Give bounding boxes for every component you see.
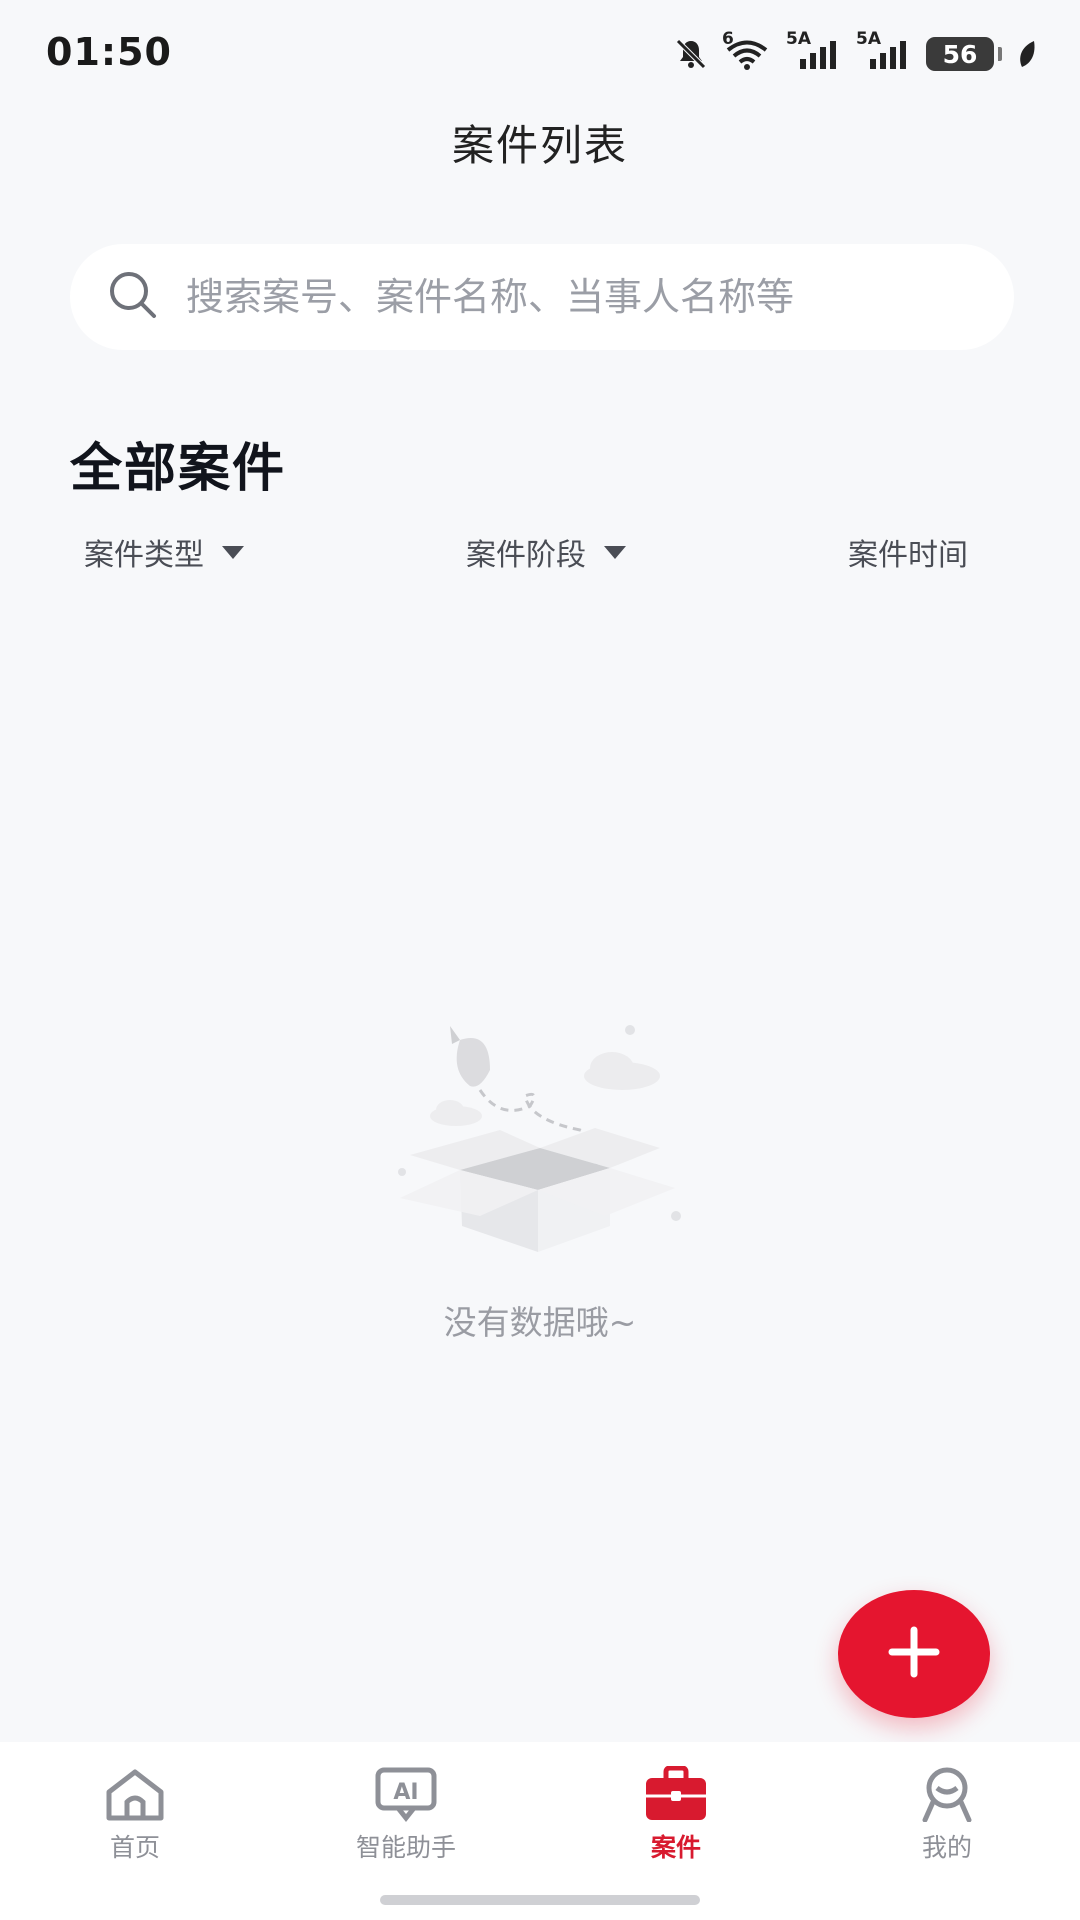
signal-icon: 5A [786, 29, 842, 71]
empty-state-message: 没有数据哦~ [443, 1303, 637, 1342]
filter-row: 案件类型 案件阶段 案件时间 [0, 530, 1080, 580]
page-title: 案件列表 [451, 121, 628, 170]
add-case-button[interactable] [838, 1590, 990, 1718]
status-bar: 01:50 6 5A 5A 56 [0, 0, 1080, 100]
svg-text:AI: AI [393, 1780, 418, 1805]
plus-icon [884, 1622, 944, 1686]
nav-label-home: 首页 [109, 1833, 160, 1862]
case-type-filter[interactable]: 案件类型 [84, 530, 244, 574]
ai-assistant-icon: AI [374, 1752, 438, 1822]
nav-item-ai-assistant[interactable]: AI 智能助手 [306, 1752, 506, 1864]
home-icon [103, 1752, 167, 1822]
nav-item-home[interactable]: 首页 [35, 1752, 235, 1864]
battery-level: 56 [942, 39, 978, 69]
nav-item-cases[interactable]: 案件 [576, 1752, 776, 1864]
search-icon [106, 268, 160, 326]
empty-box-illustration [390, 1020, 690, 1260]
signal-net-label: 5A [786, 29, 811, 49]
nav-label-me: 我的 [921, 1833, 972, 1862]
home-indicator[interactable] [380, 1895, 700, 1905]
caret-down-icon [604, 545, 626, 559]
wifi-icon: 6 [722, 29, 772, 71]
leaf-icon [1016, 39, 1038, 69]
case-stage-filter-label: 案件阶段 [466, 538, 586, 573]
section-title: 全部案件 [70, 439, 287, 499]
case-list-screen: 01:50 6 5A 5A 56 案件列表 搜索案号、案件名称、当事人名称等 全… [0, 0, 1080, 1920]
battery-icon: 56 [926, 37, 994, 71]
nav-label-cases: 案件 [650, 1833, 701, 1862]
profile-icon [915, 1752, 979, 1822]
case-time-filter[interactable]: 案件时间 [848, 530, 968, 574]
nav-item-me[interactable]: 我的 [847, 1752, 1047, 1864]
case-stage-filter[interactable]: 案件阶段 [466, 530, 626, 574]
caret-down-icon [222, 545, 244, 559]
bell-off-icon [674, 37, 708, 71]
signal-net-label: 5A [856, 29, 881, 49]
battery-cap [998, 47, 1002, 61]
search-input[interactable] [186, 275, 1006, 319]
briefcase-icon [644, 1752, 708, 1822]
status-time: 01:50 [46, 30, 172, 74]
nav-label-ai-assistant: 智能助手 [355, 1833, 456, 1862]
case-type-filter-label: 案件类型 [84, 538, 204, 573]
bottom-nav: 首页 AI 智能助手 案件 我的 [0, 1742, 1080, 1920]
status-icons: 6 5A 5A 56 [674, 29, 1038, 74]
signal-icon: 5A [856, 29, 912, 71]
wifi-badge: 6 [722, 29, 734, 49]
case-time-filter-label: 案件时间 [848, 538, 968, 573]
search-bar[interactable] [70, 244, 1014, 350]
